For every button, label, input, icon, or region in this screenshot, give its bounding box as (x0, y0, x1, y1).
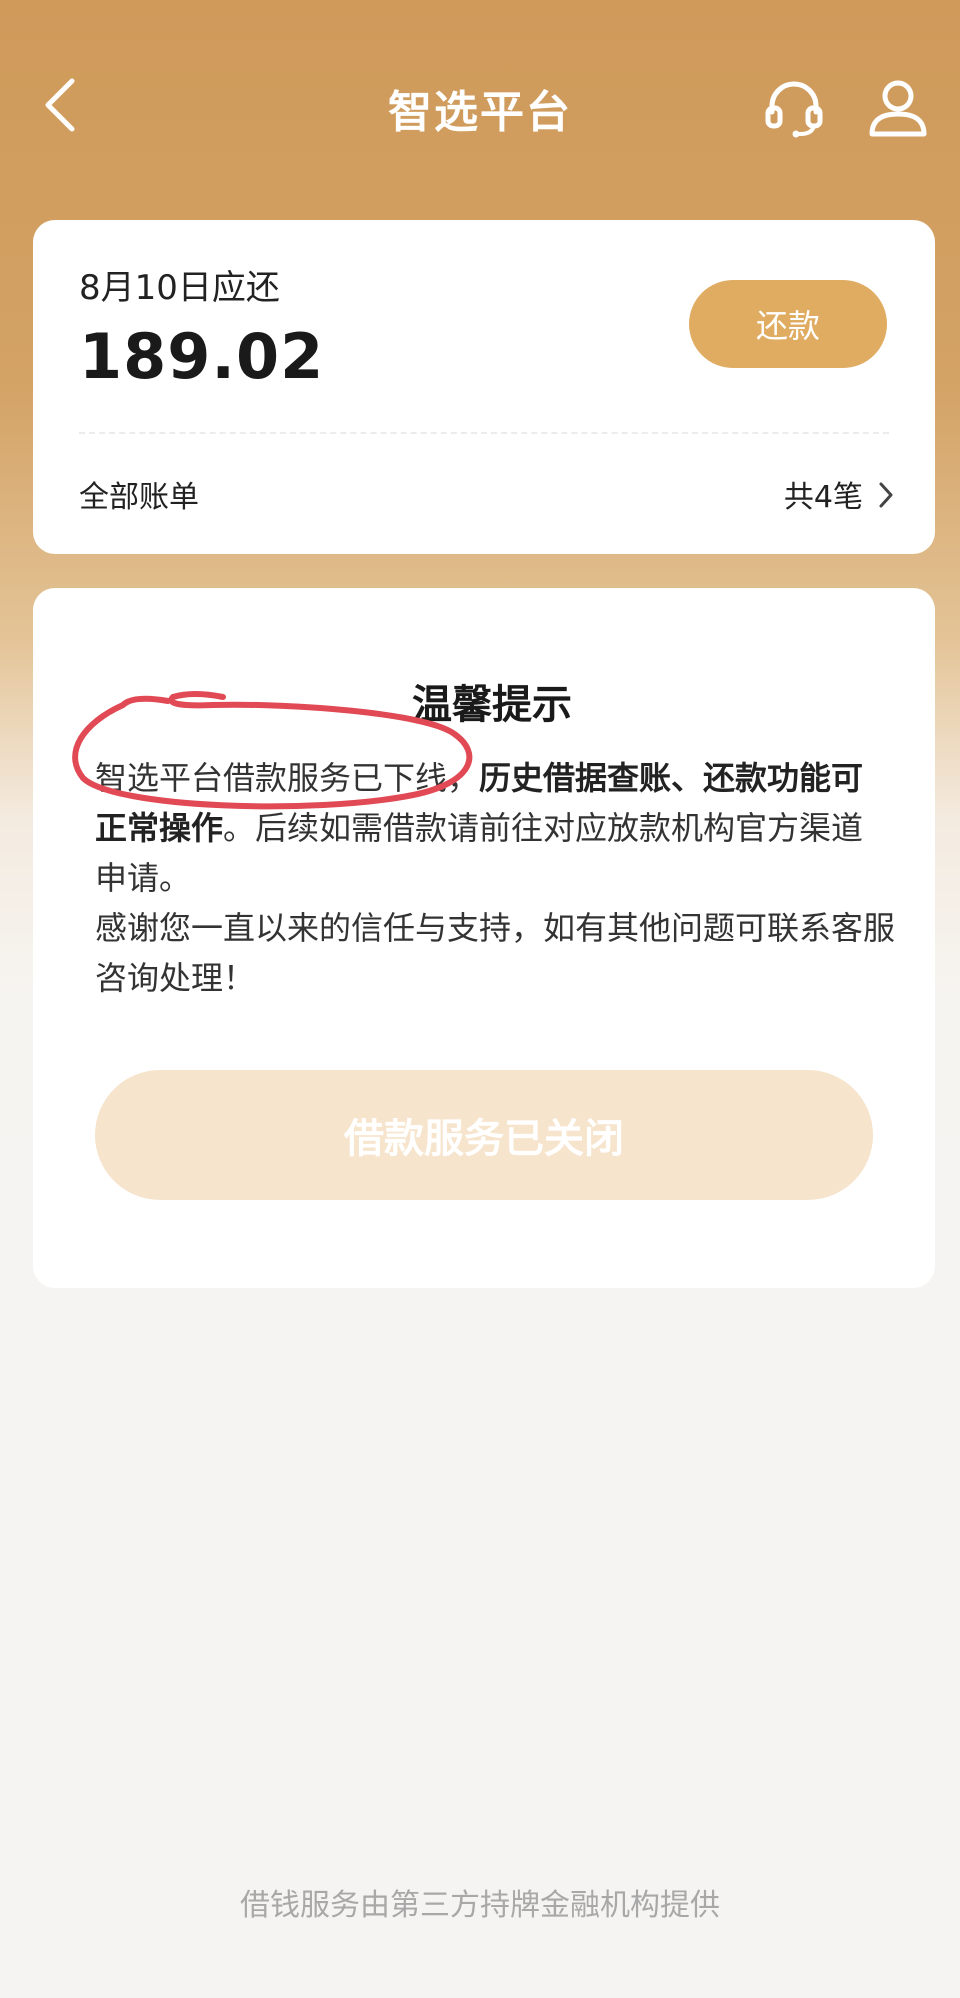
all-bills-label: 全部账单 (79, 480, 199, 515)
notice-line-plain: 智选平台借款服务已下线， (95, 759, 480, 797)
notice-body: 智选平台借款服务已下线，历史借据查账、还款功能可正常操作。后续如需借款请前往对应… (95, 753, 895, 1003)
notice-title: 温馨提示 (412, 682, 572, 728)
due-amount: 189.02 (79, 320, 325, 393)
notice-line-thanks: 感谢您一直以来的信任与支持，如有其他问题可联系客服咨询处理！ (95, 909, 896, 997)
headset-icon (765, 81, 823, 138)
customer-service-button[interactable] (758, 72, 830, 144)
user-icon (869, 80, 927, 137)
bill-count: 共4笔 (783, 480, 863, 515)
repay-button[interactable]: 还款 (689, 280, 887, 368)
all-bills-link[interactable]: 全部账单 共4笔 (33, 448, 935, 548)
notice-card: 温馨提示 智选平台借款服务已下线，历史借据查账、还款功能可正常操作。后续如需借款… (33, 588, 935, 1288)
bill-card: 8月10日应还 189.02 还款 全部账单 共4笔 (33, 220, 935, 554)
divider (79, 432, 889, 434)
loan-closed-button[interactable]: 借款服务已关闭 (95, 1070, 873, 1200)
chevron-right-icon (879, 482, 893, 508)
footer-disclaimer: 借钱服务由第三方持牌金融机构提供 (240, 1888, 720, 1923)
top-nav-bar: 智选平台 (0, 50, 960, 160)
due-date-label: 8月10日应还 (79, 268, 280, 308)
user-profile-button[interactable] (862, 72, 934, 144)
